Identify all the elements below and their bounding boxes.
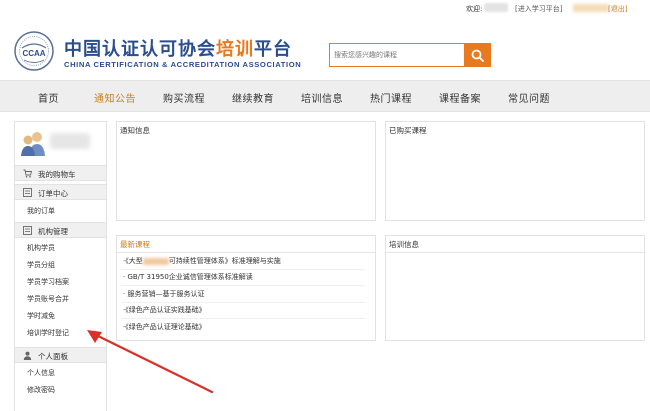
sidebar-item-account-merge[interactable]: 学员账号合并 xyxy=(27,294,69,304)
sidebar-personal-label: 个人面板 xyxy=(38,352,68,361)
nav-continuing-education[interactable]: 继续教育 xyxy=(232,90,274,105)
sidebar-item-training-hour-registration[interactable]: 培训学时登记 xyxy=(27,328,69,338)
nav-home[interactable]: 首页 xyxy=(38,90,59,105)
enter-study-platform-link[interactable]: [进入学习平台] xyxy=(515,4,562,14)
user-name-blurred xyxy=(50,133,90,149)
top-bar: 欢迎: [进入学习平台] [退出] xyxy=(0,0,650,16)
sidebar-cart[interactable]: 我的购物车 xyxy=(15,165,106,181)
nav-faq[interactable]: 常见问题 xyxy=(508,90,550,105)
list-divider xyxy=(121,302,365,303)
sidebar-item-change-password[interactable]: 修改密码 xyxy=(27,385,55,395)
panel-divider xyxy=(117,252,375,253)
sidebar-org-header[interactable]: 机构管理 xyxy=(15,222,106,238)
search-input[interactable] xyxy=(329,43,464,67)
logo-english-title: CHINA CERTIFICATION & ACCREDITATION ASSO… xyxy=(64,60,302,69)
notice-panel-title: 通知信息 xyxy=(120,126,150,135)
course-link[interactable]: ·《大型 可持续性管理体系》标准理解与实施 xyxy=(123,256,281,266)
nav-notices[interactable]: 通知公告 xyxy=(94,90,136,105)
list-divider xyxy=(121,285,365,286)
course-link[interactable]: ·《绿色产品认证理论基础》 xyxy=(123,322,206,332)
nav-training-info[interactable]: 培训信息 xyxy=(301,90,343,105)
search-icon xyxy=(471,49,484,62)
newest-courses-panel: 最新课程 ·《大型 可持续性管理体系》标准理解与实施 · GB/T 31950企业… xyxy=(116,235,376,341)
cart-icon xyxy=(23,169,32,178)
user-sidebar: 我的购物车 订单中心 我的订单 机构管理 机构学员 学员分组 学员学习档案 学员… xyxy=(14,121,107,411)
list-divider xyxy=(121,318,365,319)
nav-course-filing[interactable]: 课程备案 xyxy=(439,90,481,105)
sidebar-item-hour-reduction[interactable]: 学时减免 xyxy=(27,311,55,321)
blurred-link[interactable] xyxy=(573,4,609,12)
purchased-panel-title: 已购买课程 xyxy=(389,126,427,135)
list-divider xyxy=(121,269,365,270)
sidebar-item-org-students[interactable]: 机构学员 xyxy=(27,243,55,253)
ccaa-seal-logo[interactable]: CCAA xyxy=(14,31,54,71)
sidebar-orders-label: 订单中心 xyxy=(38,189,68,198)
list-icon xyxy=(23,188,32,197)
sidebar-item-personal-info[interactable]: 个人信息 xyxy=(27,368,55,378)
training-panel-title: 培训信息 xyxy=(389,240,419,249)
sidebar-orders-header[interactable]: 订单中心 xyxy=(15,184,106,200)
sidebar-item-my-orders[interactable]: 我的订单 xyxy=(27,206,55,216)
welcome-text: 欢迎: xyxy=(466,5,483,13)
person-icon xyxy=(23,351,32,360)
sidebar-cart-label: 我的购物车 xyxy=(38,170,76,179)
sidebar-item-study-records[interactable]: 学员学习档案 xyxy=(27,277,69,287)
sidebar-org-label: 机构管理 xyxy=(38,227,68,236)
search-button[interactable] xyxy=(464,43,491,67)
logo-chinese-title: 中国认证认可协会培训平台 xyxy=(64,39,292,60)
exit-link[interactable]: [退出] xyxy=(608,4,627,14)
course-link[interactable]: · GB/T 31950企业诚信管理体系标准解读 xyxy=(123,272,253,282)
notice-panel: 通知信息 xyxy=(116,121,376,221)
list-icon xyxy=(23,226,32,235)
training-info-panel: 培训信息 xyxy=(385,235,645,341)
logo-badge-text: CCAA xyxy=(22,49,45,58)
sidebar-item-student-groups[interactable]: 学员分组 xyxy=(27,260,55,270)
main-nav: 首页 通知公告 购买流程 继续教育 培训信息 热门课程 课程备案 常见问题 xyxy=(0,80,650,112)
nav-hot-courses[interactable]: 热门课程 xyxy=(370,90,412,105)
avatar-icon xyxy=(21,132,45,156)
course-link[interactable]: · 服务营销—基于服务认证 xyxy=(123,289,204,299)
panel-divider xyxy=(386,252,644,253)
site-header: CCAA 中国认证认可协会培训平台 CHINA CERTIFICATION & … xyxy=(0,16,650,80)
sidebar-personal-header[interactable]: 个人面板 xyxy=(15,347,106,363)
search-box xyxy=(329,43,491,67)
username-blurred xyxy=(484,3,508,12)
purchased-courses-panel: 已购买课程 xyxy=(385,121,645,221)
course-link[interactable]: ·《绿色产品认证实践基础》 xyxy=(123,305,206,315)
course-name-blurred xyxy=(142,257,169,265)
newest-panel-title: 最新课程 xyxy=(120,240,150,249)
nav-purchase-flow[interactable]: 购买流程 xyxy=(163,90,205,105)
